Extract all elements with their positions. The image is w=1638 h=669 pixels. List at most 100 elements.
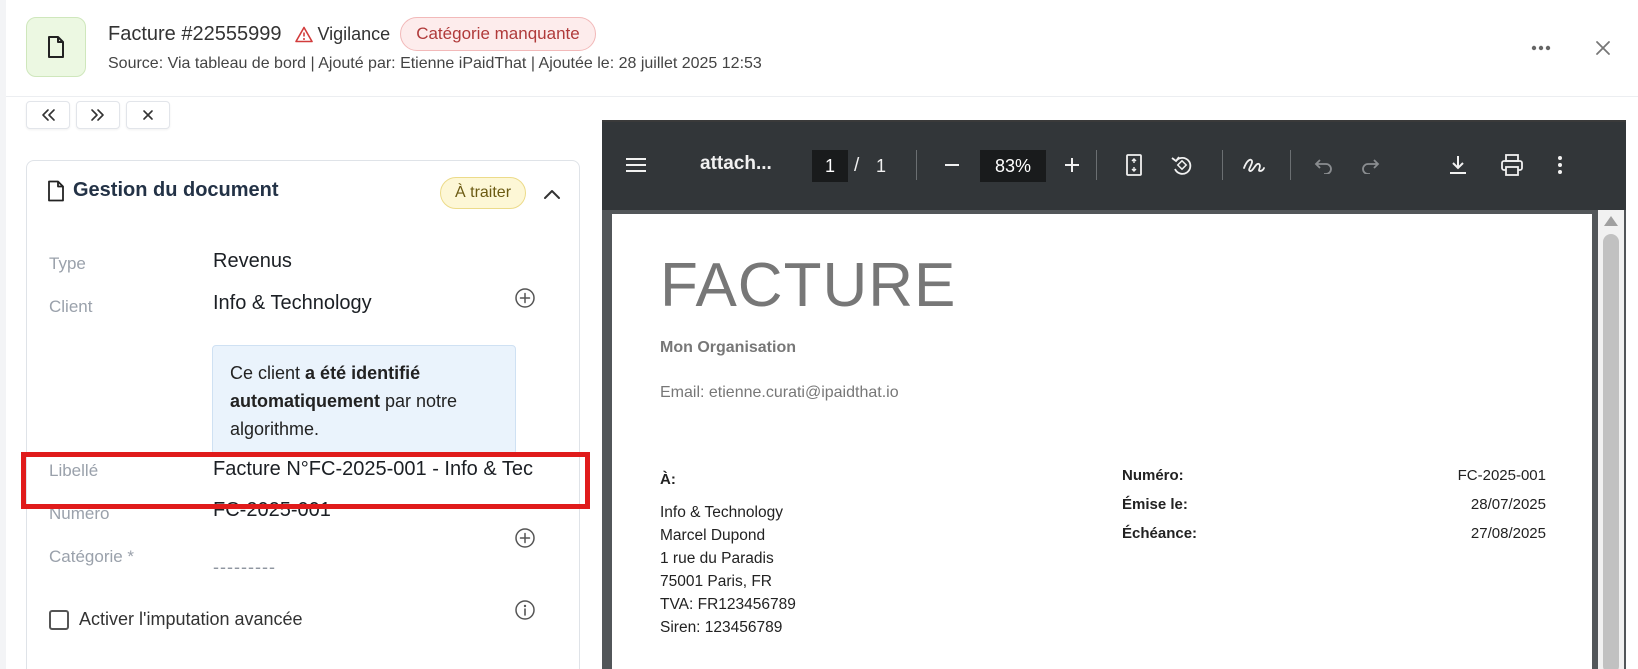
background-app-strip (0, 0, 6, 669)
rotate-button[interactable] (1168, 151, 1196, 179)
type-value[interactable]: Revenus (213, 250, 292, 273)
minus-icon (945, 164, 959, 166)
title-row: Facture #22555999 Vigilance Catégorie ma… (108, 16, 596, 52)
scroll-thumb[interactable] (1603, 234, 1619, 669)
draw-icon (1243, 158, 1265, 172)
advanced-imputation-checkbox[interactable] (49, 609, 69, 630)
next-document-button[interactable] (76, 101, 120, 129)
type-label: Type (49, 254, 86, 273)
client-value[interactable]: Info & Technology (213, 292, 372, 315)
more-actions-button[interactable] (1546, 151, 1574, 179)
vigilance-indicator: Vigilance (295, 24, 390, 45)
pdf-scrollbar[interactable] (1598, 210, 1624, 669)
address-line: Info & Technology (660, 504, 783, 521)
zoom-in-button[interactable] (1058, 151, 1086, 179)
source-line: Source: Via tableau de bord | Ajouté par… (108, 55, 762, 72)
client-label: Client (49, 297, 93, 316)
client-identified-notice: Ce client a été identifié automatiquemen… (212, 345, 516, 455)
pdf-file-name: attach... (700, 153, 772, 174)
add-client-icon[interactable] (514, 287, 536, 309)
status-badge: À traiter (440, 177, 527, 209)
address-line: 75001 Paris, FR (660, 573, 772, 590)
warning-icon (295, 26, 314, 42)
organisation-name: Mon Organisation (660, 339, 796, 356)
fit-page-button[interactable] (1120, 151, 1148, 179)
invoice-title: Facture #22555999 (108, 22, 282, 45)
card-title: Gestion du document (73, 179, 279, 201)
close-panel-button[interactable] (1588, 33, 1618, 63)
document-navigation (26, 101, 170, 129)
document-management-card: Gestion du document À traiter Type Reven… (26, 160, 580, 669)
missing-category-badge[interactable]: Catégorie manquante (400, 17, 596, 51)
pdf-page: FACTURE Mon Organisation Email: etienne.… (612, 214, 1592, 669)
address-line: Marcel Dupond (660, 527, 766, 544)
chevron-up-icon[interactable] (541, 183, 563, 205)
menu-button[interactable] (622, 151, 650, 179)
chevrons-right-icon (91, 109, 104, 121)
more-horizontal-icon (1531, 45, 1551, 51)
recipient-address: Info & Technology Marcel Dupond 1 rue du… (660, 501, 796, 639)
page-separator: / (854, 155, 860, 176)
categorie-select[interactable]: --------- (213, 557, 276, 578)
previous-document-button[interactable] (26, 101, 70, 129)
highlight-box (21, 452, 590, 509)
meta-key: Émise le: (1122, 496, 1188, 513)
meta-value: FC-2025-001 (1457, 467, 1546, 484)
undo-button[interactable] (1310, 151, 1338, 179)
address-line: TVA: FR123456789 (660, 596, 796, 613)
card-header: Gestion du document (47, 179, 279, 202)
rotate-icon (1171, 156, 1192, 175)
invoice-heading: FACTURE (660, 251, 957, 320)
close-document-button[interactable] (126, 101, 170, 129)
info-icon[interactable] (514, 599, 536, 621)
total-pages: 1 (876, 156, 887, 176)
meta-key: Numéro: (1122, 467, 1184, 484)
categorie-label: Catégorie * (49, 547, 135, 566)
redo-button[interactable] (1356, 151, 1384, 179)
file-icon (48, 180, 64, 201)
invoice-meta: Numéro: FC-2025-001 Émise le: 28/07/2025… (1122, 467, 1546, 554)
print-icon (1501, 154, 1523, 176)
meta-row: Numéro: FC-2025-001 (1122, 467, 1546, 496)
panel-header: Facture #22555999 Vigilance Catégorie ma… (6, 0, 1638, 97)
toolbar-divider (916, 150, 917, 180)
address-line: 1 rue du Paradis (660, 550, 774, 567)
address-line: Siren: 123456789 (660, 619, 783, 636)
zoom-level-input[interactable]: 83% (980, 150, 1046, 182)
scroll-up-arrow[interactable] (1604, 216, 1618, 226)
toolbar-divider (1222, 150, 1223, 180)
vigilance-label: Vigilance (317, 23, 391, 44)
more-vertical-icon (1558, 156, 1562, 174)
recipient-label: À: (660, 471, 676, 488)
document-icon (48, 36, 64, 58)
pdf-toolbar: attach... 1 / 1 83% (602, 122, 1626, 210)
document-icon-badge (26, 17, 86, 77)
invoice-detail-panel: Facture #22555999 Vigilance Catégorie ma… (0, 0, 1638, 669)
download-button[interactable] (1444, 151, 1472, 179)
undo-icon (1314, 159, 1332, 174)
chevrons-left-icon (42, 109, 55, 121)
meta-key: Échéance: (1122, 525, 1198, 542)
more-options-button[interactable] (1526, 33, 1556, 63)
toolbar-divider (1290, 150, 1291, 180)
redo-icon (1362, 159, 1380, 174)
meta-row: Échéance: 27/08/2025 (1122, 525, 1546, 554)
annotate-button[interactable] (1240, 151, 1268, 179)
close-icon (143, 110, 153, 120)
hamburger-menu-icon (626, 158, 646, 172)
advanced-imputation-row: Activer l'imputation avancée (49, 609, 303, 630)
zoom-out-button[interactable] (938, 151, 966, 179)
download-icon (1450, 156, 1466, 174)
notice-text-1: Ce client (230, 363, 306, 383)
page-number-input[interactable]: 1 (812, 150, 848, 182)
meta-value: 28/07/2025 (1470, 496, 1546, 513)
plus-icon (1065, 158, 1079, 172)
organisation-email: Email: etienne.curati@ipaidthat.io (660, 384, 899, 401)
close-icon (1596, 41, 1610, 55)
add-category-icon[interactable] (514, 527, 536, 549)
toolbar-divider (1096, 150, 1097, 180)
meta-row: Émise le: 28/07/2025 (1122, 496, 1546, 525)
meta-value: 27/08/2025 (1470, 525, 1546, 542)
print-button[interactable] (1498, 151, 1526, 179)
advanced-imputation-label: Activer l'imputation avancée (79, 609, 303, 629)
